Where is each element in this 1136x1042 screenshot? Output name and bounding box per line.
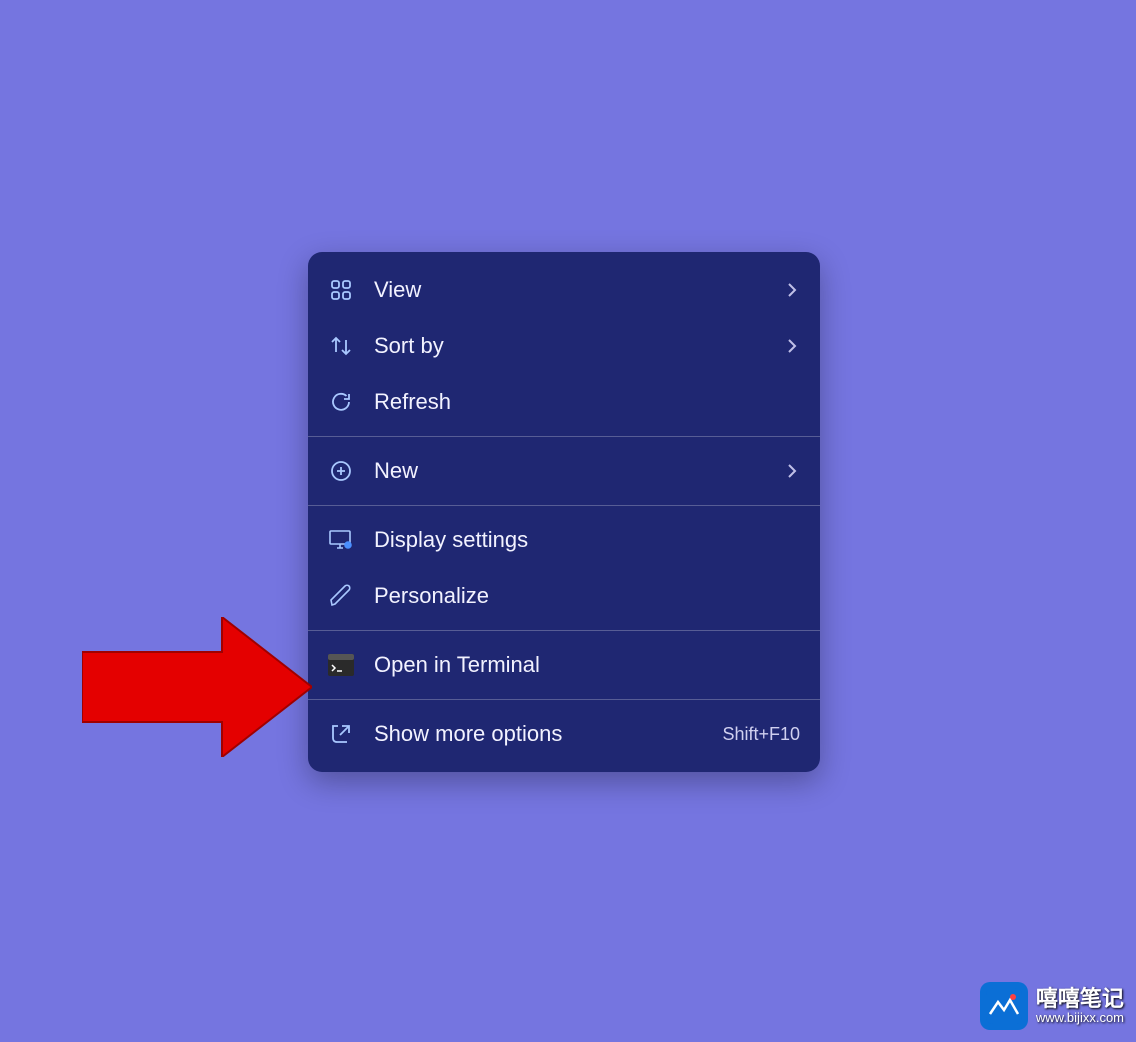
- menu-item-label: Refresh: [374, 389, 800, 415]
- display-settings-icon: [326, 525, 356, 555]
- menu-item-label: Sort by: [374, 333, 774, 359]
- chevron-right-icon: [784, 463, 800, 479]
- grid-icon: [326, 275, 356, 305]
- watermark-url: www.bijixx.com: [1036, 1011, 1124, 1025]
- expand-icon: [326, 719, 356, 749]
- watermark-title: 嘻嘻笔记: [1036, 987, 1124, 1011]
- watermark-text: 嘻嘻笔记 www.bijixx.com: [1036, 987, 1124, 1025]
- menu-item-display-settings[interactable]: Display settings: [308, 512, 820, 568]
- menu-item-personalize[interactable]: Personalize: [308, 568, 820, 624]
- menu-item-refresh[interactable]: Refresh: [308, 374, 820, 430]
- menu-item-label: Show more options: [374, 721, 712, 747]
- sort-icon: [326, 331, 356, 361]
- menu-item-label: Display settings: [374, 527, 800, 553]
- terminal-icon: [326, 650, 356, 680]
- menu-item-new[interactable]: New: [308, 443, 820, 499]
- red-arrow-annotation: [82, 617, 312, 762]
- menu-item-label: Personalize: [374, 583, 800, 609]
- menu-divider: [308, 505, 820, 506]
- menu-divider: [308, 436, 820, 437]
- menu-item-shortcut: Shift+F10: [722, 724, 800, 745]
- refresh-icon: [326, 387, 356, 417]
- menu-divider: [308, 699, 820, 700]
- menu-item-show-more-options[interactable]: Show more options Shift+F10: [308, 706, 820, 762]
- watermark-logo-icon: [980, 982, 1028, 1030]
- watermark: 嘻嘻笔记 www.bijixx.com: [980, 982, 1124, 1030]
- menu-item-view[interactable]: View: [308, 262, 820, 318]
- menu-divider: [308, 630, 820, 631]
- chevron-right-icon: [784, 282, 800, 298]
- pen-icon: [326, 581, 356, 611]
- menu-item-open-terminal[interactable]: Open in Terminal: [308, 637, 820, 693]
- menu-item-label: New: [374, 458, 774, 484]
- menu-item-label: Open in Terminal: [374, 652, 800, 678]
- menu-item-sort-by[interactable]: Sort by: [308, 318, 820, 374]
- desktop-context-menu: View Sort by Refresh: [308, 252, 820, 772]
- plus-circle-icon: [326, 456, 356, 486]
- chevron-right-icon: [784, 338, 800, 354]
- menu-item-label: View: [374, 277, 774, 303]
